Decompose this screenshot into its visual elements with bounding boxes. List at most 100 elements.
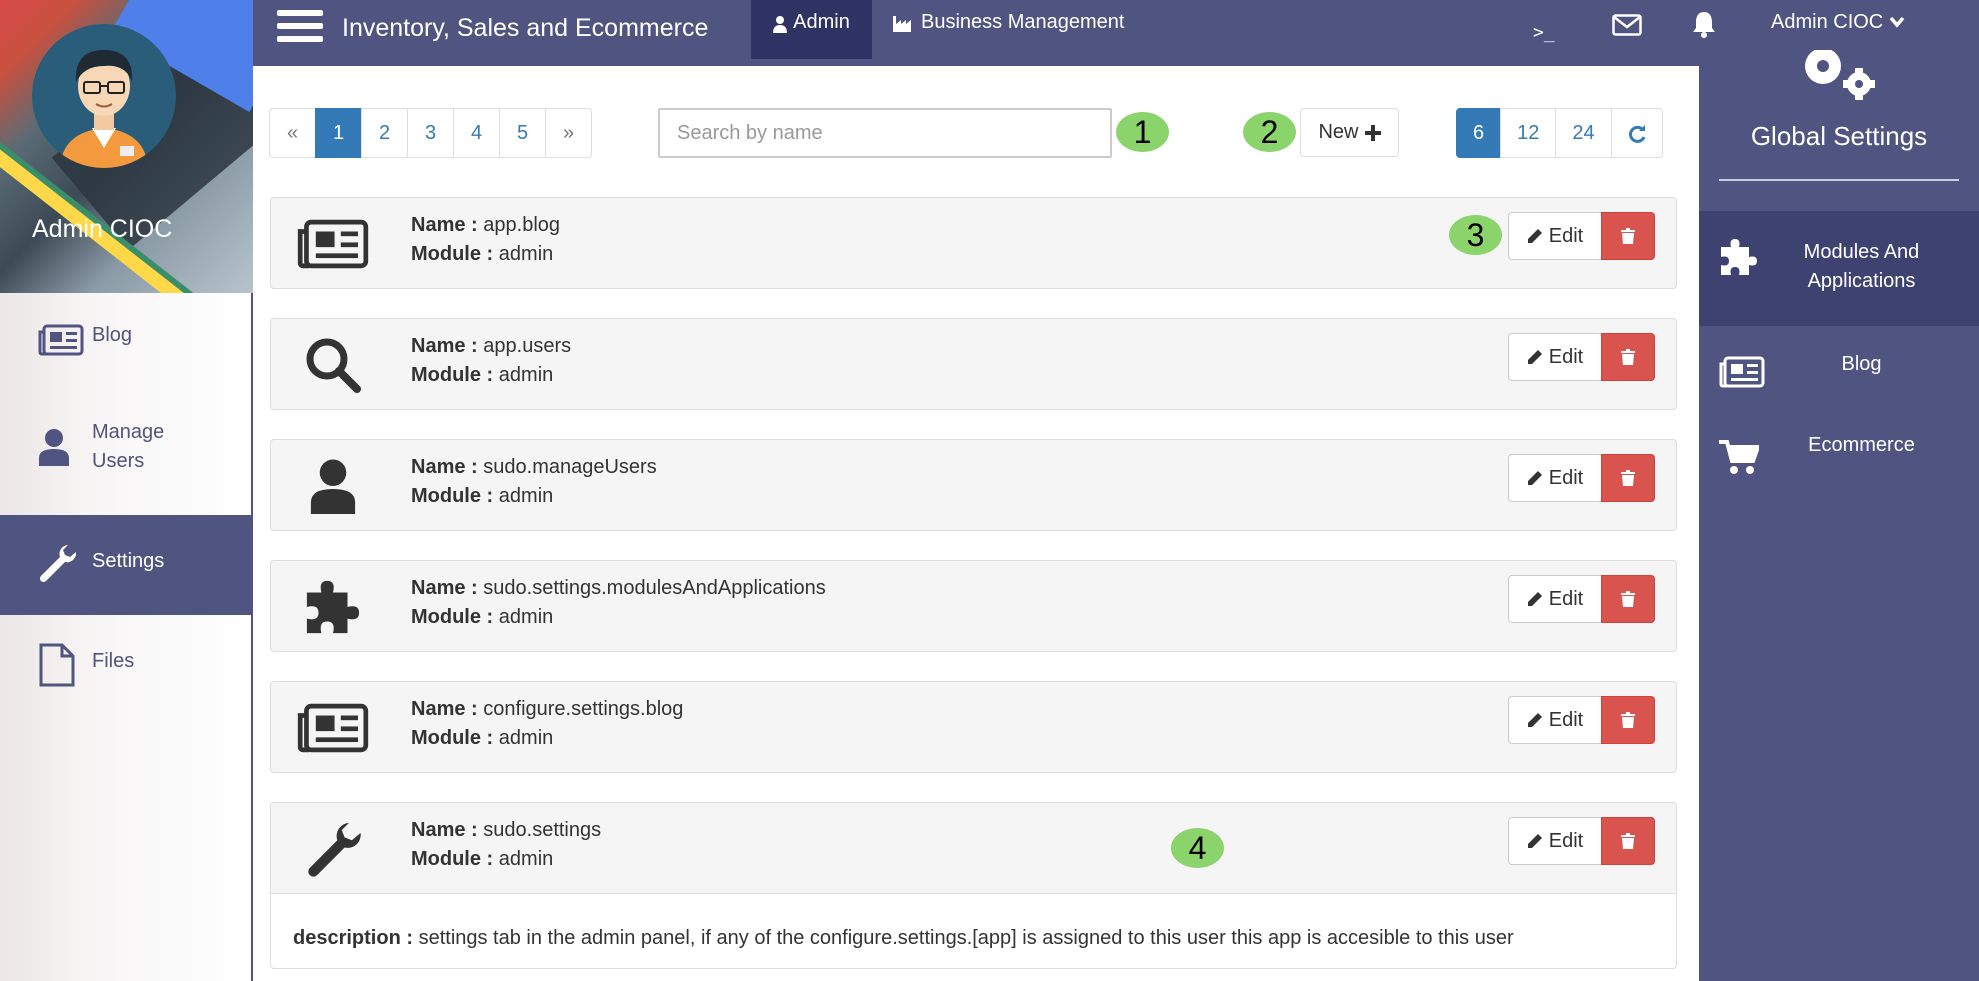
pencil-icon [1527,834,1542,848]
description-label: description : [293,927,414,949]
hamburger-menu-icon[interactable] [277,10,323,50]
page-size-12[interactable]: 12 [1500,108,1557,158]
sidebar-item-label: Blog [92,324,133,346]
edit-label: Edit [1548,829,1584,852]
user-icon [773,16,788,33]
panel-item-label: Modules And Applications [1803,241,1920,292]
panel-item-label: Ecommerce [1808,434,1915,456]
pagination-page-5[interactable]: 5 [499,108,546,158]
sidebar-item-files[interactable]: Files [0,615,251,715]
sidebar-item-blog[interactable]: Blog [0,293,251,388]
refresh-icon [1628,124,1646,143]
module-label: Module : [411,243,494,265]
app-name: Name : sudo.settings.modulesAndApplicati… [411,577,826,600]
terminal-icon[interactable]: >_ [1533,22,1555,43]
edit-button[interactable]: Edit [1508,575,1602,623]
module-label: Module : [411,606,494,628]
delete-button[interactable] [1601,212,1655,260]
bell-icon[interactable] [1691,10,1717,38]
envelope-icon[interactable] [1612,14,1642,36]
profile-card: Admin CIOC [0,0,253,293]
app-description-value: settings tab in the admin panel, if any … [418,927,1514,949]
edit-button[interactable]: Edit [1508,696,1602,744]
user-icon [295,456,371,516]
app-card: Name : sudo.manageUsers Module : admin E… [270,439,1677,531]
avatar[interactable] [32,24,176,168]
trash-icon [1621,349,1635,365]
pencil-icon [1527,471,1542,485]
trash-icon [1621,470,1635,486]
sidebar-item-settings[interactable]: Settings [0,515,251,615]
search-icon [295,335,371,395]
name-label: Name : [411,214,478,236]
panel-divider [1719,179,1959,181]
edit-label: Edit [1548,587,1584,610]
page-size-24[interactable]: 24 [1555,108,1612,158]
app-name: Name : configure.settings.blog [411,698,683,721]
edit-button[interactable]: Edit [1508,212,1602,260]
name-label: Name : [411,335,478,357]
sidebar-item-label: Files [92,650,135,672]
new-button[interactable]: New [1300,108,1399,157]
app-module: Module : admin [411,243,553,266]
app-module-value: admin [498,364,554,386]
sidebar-item-label: Settings [92,550,165,572]
delete-button[interactable] [1601,454,1655,502]
user-menu[interactable]: Admin CIOC [1771,11,1905,34]
delete-button[interactable] [1601,333,1655,381]
pencil-icon [1527,592,1542,606]
app-name: Name : sudo.settings [411,819,601,842]
panel-item-blog[interactable]: Blog [1699,326,1979,411]
page-size-group: 6 12 24 [1456,108,1663,158]
global-settings-panel: Global Settings Modules And Applications… [1699,50,1979,981]
chevron-down-icon [1889,16,1905,28]
wrench-icon [295,819,371,879]
pagination-page-4[interactable]: 4 [453,108,500,158]
delete-button[interactable] [1601,817,1655,865]
search-input[interactable] [658,108,1112,158]
trash-icon [1621,228,1635,244]
panel-item-ecommerce[interactable]: Ecommerce [1699,411,1979,496]
nav-tab-business-management[interactable]: Business Management [893,11,1124,34]
panel-item-modules-and-applications[interactable]: Modules And Applications [1699,211,1979,326]
puzzle-icon [295,577,371,637]
wrench-icon [39,545,76,583]
app-module-value: admin [498,727,554,749]
newspaper-icon [295,698,371,758]
app-name-value: sudo.manageUsers [483,456,657,478]
pagination-page-3[interactable]: 3 [407,108,454,158]
edit-button[interactable]: Edit [1508,454,1602,502]
top-navbar: Inventory, Sales and Ecommerce Admin Bus… [253,0,1979,66]
industry-icon [893,16,911,32]
name-label: Name : [411,698,478,720]
pencil-icon [1527,713,1542,727]
sidebar-item-manage-users[interactable]: Manage Users [0,388,251,508]
app-module: Module : admin [411,848,553,871]
app-name-value: app.blog [483,214,561,236]
pagination-page-2[interactable]: 2 [361,108,408,158]
pagination-page-1[interactable]: 1 [315,108,362,158]
edit-button[interactable]: Edit [1508,817,1602,865]
app-name: Name : sudo.manageUsers [411,456,657,479]
edit-label: Edit [1548,466,1584,489]
app-title: Inventory, Sales and Ecommerce [342,14,709,42]
nav-tab-admin[interactable]: Admin [751,0,872,59]
module-label: Module : [411,364,494,386]
avatar-illustration [60,50,148,168]
user-icon [39,429,69,466]
module-label: Module : [411,485,494,507]
page-size-6[interactable]: 6 [1456,108,1502,158]
file-icon [39,643,75,687]
delete-button[interactable] [1601,575,1655,623]
name-label: Name : [411,577,478,599]
refresh-button[interactable] [1610,108,1663,158]
name-label: Name : [411,819,478,841]
edit-button[interactable]: Edit [1508,333,1602,381]
pagination-next[interactable]: » [545,108,592,158]
app-module: Module : admin [411,727,553,750]
app-module-value: admin [498,485,554,507]
newspaper-icon [1719,356,1765,388]
trash-icon [1621,591,1635,607]
pagination-prev[interactable]: « [269,108,316,158]
delete-button[interactable] [1601,696,1655,744]
